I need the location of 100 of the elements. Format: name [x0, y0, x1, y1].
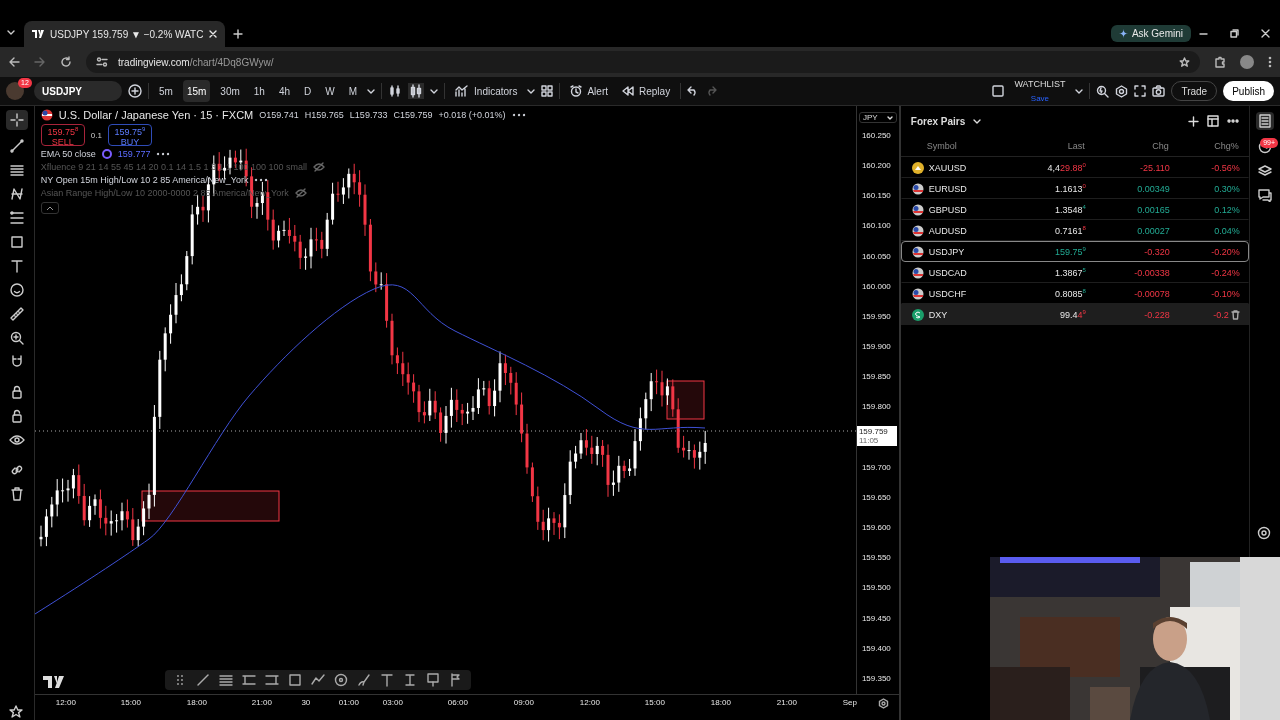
- interval-button[interactable]: 15m: [182, 80, 211, 102]
- crosshair-icon[interactable]: [5, 110, 28, 130]
- square-icon[interactable]: [992, 85, 1005, 97]
- zoom-icon[interactable]: [8, 330, 25, 346]
- column-header[interactable]: Chg%: [1168, 141, 1239, 151]
- settings-icon[interactable]: [877, 698, 889, 709]
- alert-button[interactable]: Alert: [566, 80, 612, 102]
- site-settings-icon[interactable]: [96, 56, 108, 68]
- collapse-button[interactable]: [40, 202, 59, 214]
- smiley-icon[interactable]: [8, 282, 25, 298]
- watchlist-title[interactable]: Forex Pairs: [910, 115, 966, 127]
- eye-off-icon[interactable]: [313, 162, 326, 172]
- puzzle-icon[interactable]: [1214, 56, 1226, 68]
- interval-button[interactable]: 30m: [216, 80, 244, 102]
- chevron-down-icon[interactable]: [430, 87, 439, 95]
- plus-icon[interactable]: [1188, 115, 1200, 127]
- circle-target-icon[interactable]: [333, 673, 348, 687]
- price-label-icon[interactable]: [402, 673, 417, 687]
- sell-button[interactable]: 159.75$^{8}$ SELL: [40, 124, 85, 146]
- trash-icon[interactable]: [8, 486, 25, 502]
- column-header[interactable]: Last: [1022, 141, 1085, 151]
- more-icon[interactable]: [1268, 56, 1272, 68]
- interval-button[interactable]: D: [300, 80, 316, 102]
- star-icon[interactable]: [8, 704, 24, 720]
- long-position-icon[interactable]: [241, 673, 256, 687]
- redo-icon[interactable]: [705, 86, 718, 96]
- watchlist-row[interactable]: USDJPY 159.75$^{9}$ -0.320 -0.20%: [900, 241, 1250, 262]
- symbol-search-field[interactable]: USDJPY: [34, 81, 122, 101]
- plus-icon[interactable]: [233, 29, 244, 39]
- interval-button[interactable]: 5m: [155, 80, 177, 102]
- watchlist-icon[interactable]: [1256, 112, 1275, 130]
- more-icon[interactable]: [1227, 119, 1240, 123]
- target-icon[interactable]: [1257, 526, 1272, 540]
- profile-avatar[interactable]: [1240, 55, 1254, 69]
- chevron-down-icon[interactable]: [527, 87, 536, 95]
- buy-button[interactable]: 159.75$^{9}$ BUY: [107, 124, 152, 146]
- layers-icon[interactable]: [1258, 164, 1273, 178]
- indicator-name[interactable]: EMA 50 close: [40, 149, 96, 159]
- add-symbol-icon[interactable]: [128, 84, 142, 98]
- publish-button[interactable]: Publish: [1223, 81, 1274, 101]
- column-header[interactable]: Chg: [1084, 141, 1169, 151]
- eye-off-icon[interactable]: [294, 188, 307, 198]
- more-icon[interactable]: [511, 113, 526, 117]
- close-icon[interactable]: [209, 30, 218, 38]
- interval-button[interactable]: 4h: [274, 80, 295, 102]
- eye-icon[interactable]: [8, 432, 25, 448]
- more-icon[interactable]: [156, 152, 171, 156]
- flag-marker-icon[interactable]: [448, 673, 463, 687]
- pattern-icon[interactable]: [8, 186, 25, 202]
- horizontal-lines-icon[interactable]: [8, 162, 25, 178]
- watchlist-row[interactable]: DXY 99.44$^{9}$ -0.228 -0.2: [900, 304, 1250, 325]
- interval-button[interactable]: W: [321, 80, 339, 102]
- address-bar[interactable]: tradingview.com/chart/4Dq8GWyw/: [86, 51, 1200, 73]
- ruler-icon[interactable]: [8, 306, 25, 322]
- forward-icon[interactable]: [34, 56, 46, 68]
- interval-button[interactable]: 1h: [249, 80, 269, 102]
- watchlist-row[interactable]: XAUUSD 4,429.88$^{0}$ -25.110 -0.56%: [900, 157, 1250, 178]
- settings-icon[interactable]: [1115, 84, 1129, 98]
- rectangle-icon[interactable]: [287, 673, 302, 687]
- watchlist-row[interactable]: AUDUSD 0.7161$^{8}$ 0.00027 0.04%: [900, 220, 1250, 241]
- restore-icon[interactable]: [1230, 29, 1239, 38]
- rectangle-icon[interactable]: [8, 234, 25, 250]
- watchlist-row[interactable]: GBPUSD 1.3548$^{4}$ 0.00165 0.12%: [900, 199, 1250, 220]
- trend-line-icon[interactable]: [195, 673, 210, 687]
- replay-button[interactable]: Replay: [618, 80, 675, 102]
- star-icon[interactable]: [1179, 56, 1190, 68]
- reload-icon[interactable]: [60, 56, 72, 68]
- camera-icon[interactable]: [1152, 85, 1166, 97]
- column-header[interactable]: Symbol: [902, 141, 1023, 151]
- browser-tab[interactable]: USDJPY 159.759 ▼ −0.2% WATC: [24, 21, 226, 47]
- text-icon[interactable]: [8, 258, 25, 274]
- chevron-down-icon[interactable]: [367, 87, 376, 95]
- trash-icon[interactable]: [1230, 309, 1240, 320]
- note-icon[interactable]: [425, 673, 440, 687]
- watchlist-button[interactable]: WATCHLIST Save: [1010, 80, 1070, 102]
- fullscreen-icon[interactable]: [1134, 85, 1147, 97]
- back-icon[interactable]: [8, 56, 20, 68]
- more-icon[interactable]: [254, 178, 269, 182]
- chat-icon[interactable]: [1258, 188, 1273, 202]
- trend-line-icon[interactable]: [8, 138, 25, 154]
- text-icon[interactable]: [379, 673, 394, 687]
- indicators-button[interactable]: Indicators: [451, 80, 522, 102]
- chevron-down-icon[interactable]: [973, 117, 982, 125]
- candles-icon[interactable]: [408, 83, 425, 99]
- close-icon[interactable]: [1261, 29, 1270, 38]
- layout-icon[interactable]: [541, 85, 554, 97]
- watchlist-row[interactable]: USDCAD 1.3867$^{5}$ -0.00338 -0.24%: [900, 262, 1250, 283]
- chevron-down-icon[interactable]: [1075, 87, 1084, 95]
- ask-gemini-button[interactable]: Ask Gemini: [1110, 25, 1191, 42]
- path-icon[interactable]: [310, 673, 325, 687]
- short-position-icon[interactable]: [264, 673, 279, 687]
- currency-selector[interactable]: JPY: [858, 112, 897, 123]
- watchlist-row[interactable]: EURUSD 1.1613$^{0}$ 0.00349 0.30%: [900, 178, 1250, 199]
- table-icon[interactable]: [1207, 115, 1220, 127]
- fib-icon[interactable]: [8, 210, 25, 226]
- quick-search-icon[interactable]: [1096, 84, 1110, 98]
- brush-icon[interactable]: [356, 673, 371, 687]
- bar-style-icon[interactable]: [388, 84, 403, 98]
- horizontal-lines-icon[interactable]: [218, 673, 233, 687]
- interval-button[interactable]: M: [344, 80, 362, 102]
